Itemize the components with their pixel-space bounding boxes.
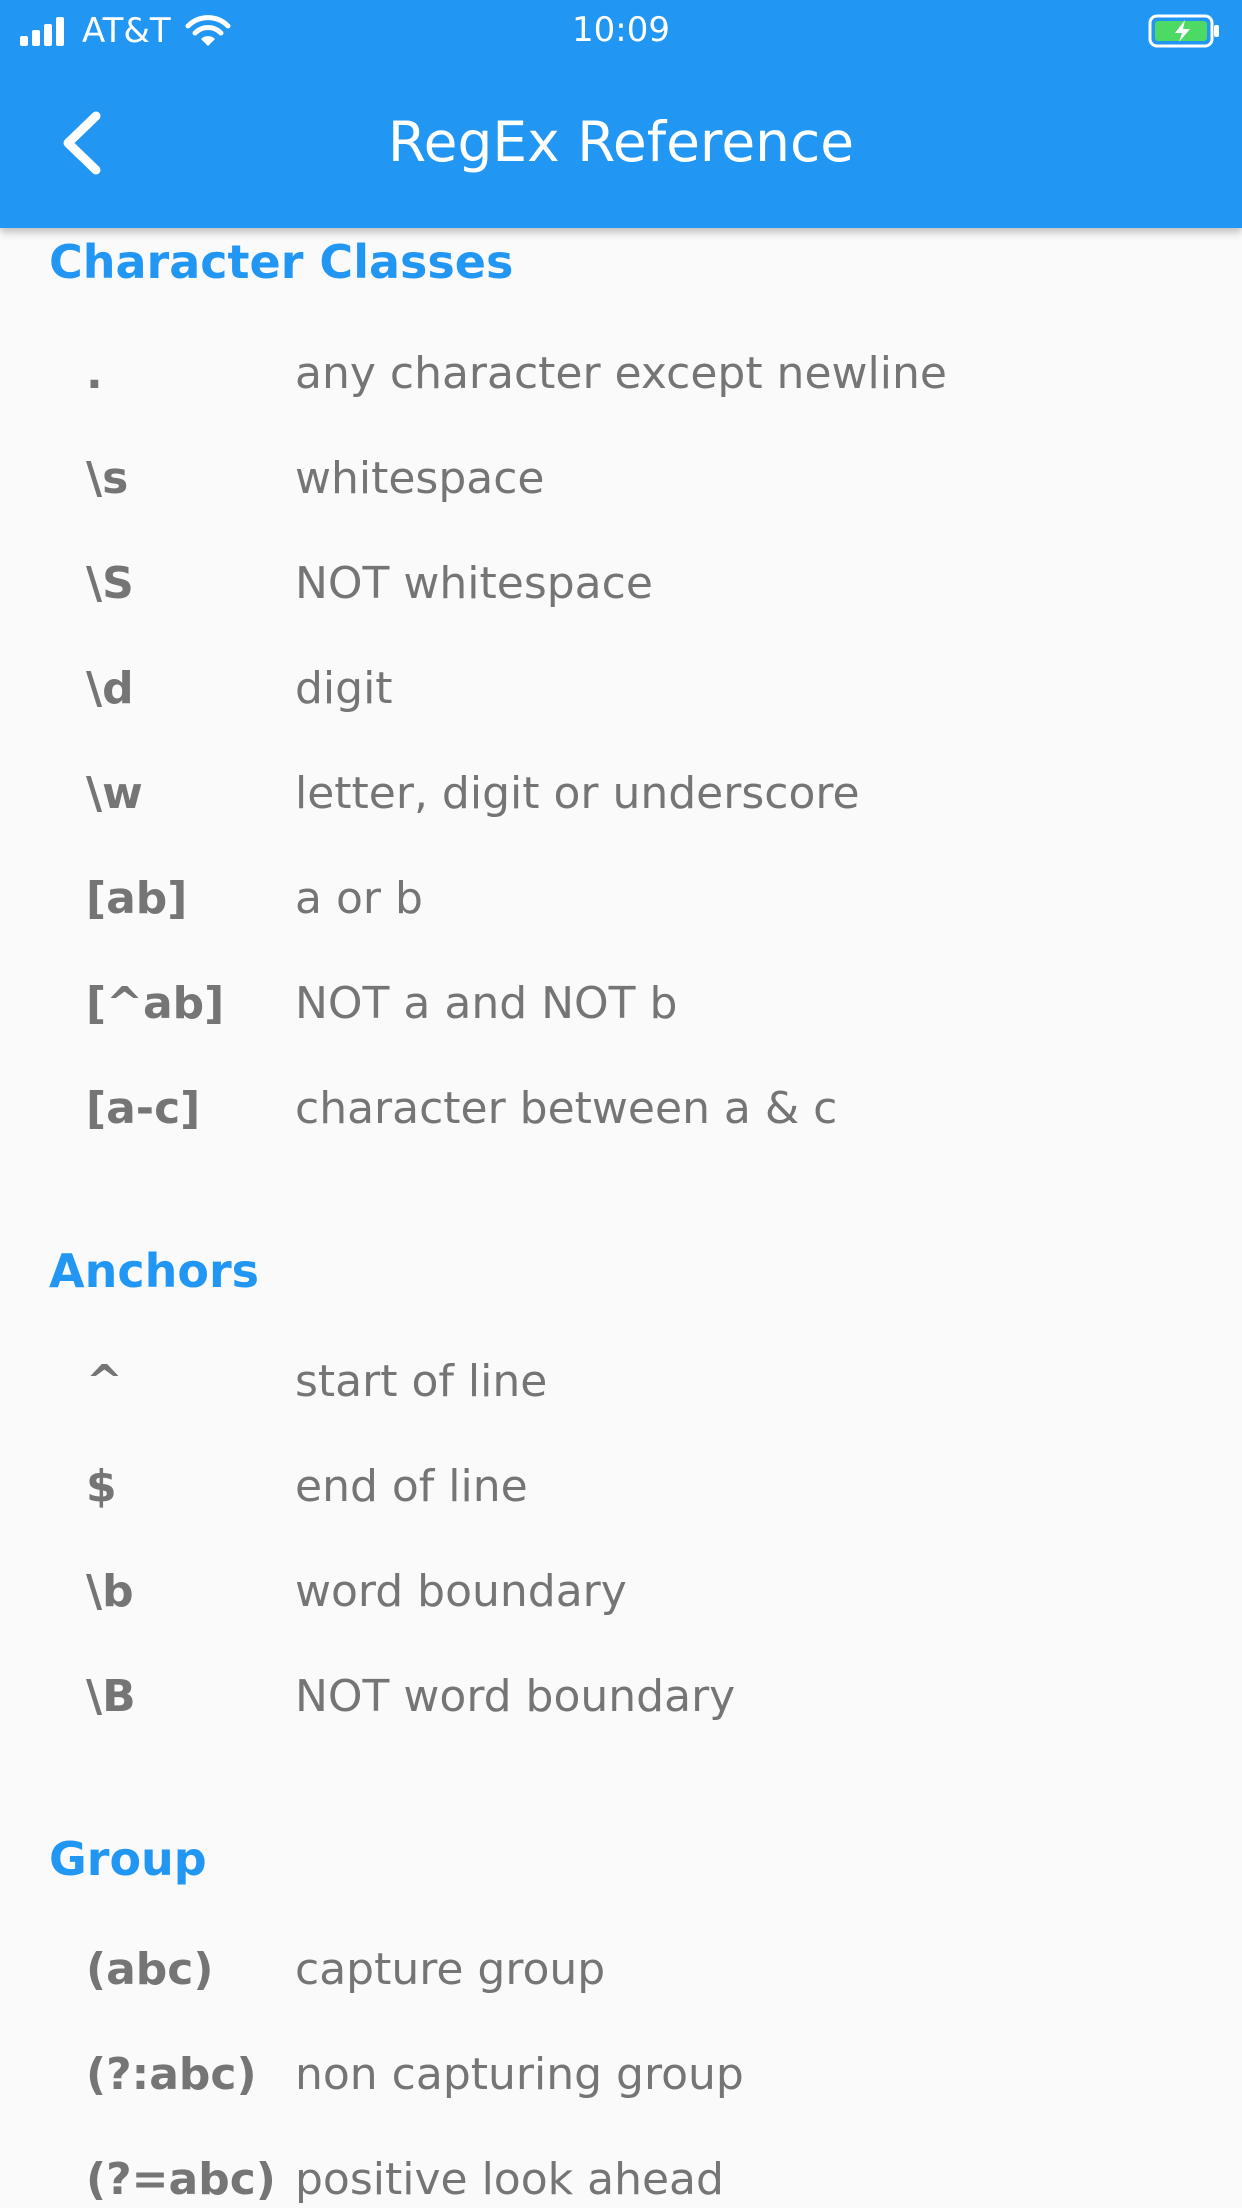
regex-symbol: \w [86,768,143,819]
list-item: \w letter, digit or underscore [0,768,1242,868]
regex-symbol: [a-c] [86,1083,201,1134]
battery-icon [1148,14,1222,52]
regex-description: whitespace [295,453,545,504]
regex-description: NOT word boundary [295,1671,736,1722]
regex-symbol: [^ab] [86,978,225,1029]
list-item: (?=abc) positive look ahead [0,2154,1242,2208]
regex-symbol: $ [86,1461,117,1512]
list-item: (abc) capture group [0,1944,1242,2044]
list-item: $ end of line [0,1461,1242,1561]
section-title-character-classes: Character Classes [49,235,514,289]
regex-description: capture group [295,1944,606,1995]
regex-symbol: \b [86,1566,134,1617]
navigation-bar: RegEx Reference [0,62,1242,228]
regex-description: start of line [295,1356,548,1407]
status-time: 10:09 [572,10,670,50]
status-bar: AT&T 10:09 [0,0,1242,62]
list-item: [a-c] character between a & c [0,1083,1242,1183]
list-item: [^ab] NOT a and NOT b [0,978,1242,1078]
regex-symbol: . [86,348,103,399]
list-item: . any character except newline [0,348,1242,448]
regex-description: non capturing group [295,2049,744,2100]
regex-description: a or b [295,873,423,924]
list-item: ^ start of line [0,1356,1242,1456]
regex-symbol: ^ [86,1356,123,1407]
app-bar: AT&T 10:09 RegEx Reference [0,0,1242,228]
list-item: \S NOT whitespace [0,558,1242,658]
regex-symbol: \d [86,663,134,714]
regex-description: character between a & c [295,1083,838,1134]
list-item: (?:abc) non capturing group [0,2049,1242,2149]
reference-list: Character Classes . any character except… [0,228,1242,2208]
regex-description: positive look ahead [295,2154,724,2205]
regex-description: any character except newline [295,348,947,399]
regex-symbol: \S [86,558,134,609]
regex-description: NOT whitespace [295,558,653,609]
regex-description: letter, digit or underscore [295,768,860,819]
regex-symbol: \B [86,1671,136,1722]
regex-description: end of line [295,1461,528,1512]
regex-symbol: [ab] [86,873,188,924]
section-title-anchors: Anchors [49,1244,260,1298]
regex-description: word boundary [295,1566,627,1617]
regex-symbol: (?:abc) [86,2049,257,2100]
regex-symbol: (?=abc) [86,2154,276,2205]
regex-symbol: \s [86,453,129,504]
section-title-group: Group [49,1832,207,1886]
list-item: \d digit [0,663,1242,763]
regex-description: digit [295,663,393,714]
list-item: \s whitespace [0,453,1242,553]
page-title: RegEx Reference [387,110,855,174]
list-item: \B NOT word boundary [0,1671,1242,1771]
list-item: \b word boundary [0,1566,1242,1666]
regex-description: NOT a and NOT b [295,978,678,1029]
list-item: [ab] a or b [0,873,1242,973]
regex-symbol: (abc) [86,1944,214,1995]
